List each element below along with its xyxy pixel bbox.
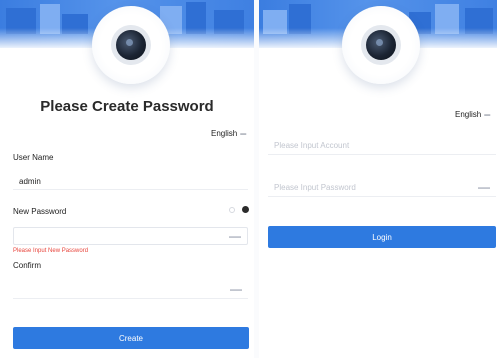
new-password-field[interactable]: ▬▬ [13,227,248,245]
language-label: English [211,129,238,138]
confirm-password-field[interactable]: ▬▬ [13,281,248,299]
camera-logo-icon [342,6,420,84]
chevron-down-icon: ▬ [484,111,491,118]
eye-icon[interactable]: ▬▬ [229,234,241,240]
create-button[interactable]: Create [13,327,249,349]
username-value: admin [19,177,41,186]
username-field[interactable]: admin [13,172,248,190]
page-title: Please Create Password [40,98,214,115]
new-password-input[interactable] [14,228,247,244]
eye-icon[interactable]: ▬▬ [478,185,490,191]
language-selector[interactable]: English ▬ [455,110,490,119]
chevron-down-icon: ▬ [240,130,247,137]
language-selector[interactable]: English ▬ [211,129,246,138]
eye-icon[interactable]: ▬▬ [230,287,242,293]
login-panel: English ▬ ▬▬ Login [259,0,497,358]
password-strength-toggle[interactable] [229,206,249,213]
account-input[interactable] [268,137,496,154]
account-field[interactable] [268,137,496,155]
confirm-password-input[interactable] [13,281,248,298]
new-password-label: New Password [13,207,67,216]
camera-logo-icon [92,6,170,84]
language-label: English [455,110,482,119]
confirm-label: Confirm [13,261,42,270]
create-password-panel: Please Create Password English ▬ User Na… [0,0,254,358]
password-input[interactable] [268,179,496,196]
new-password-error: Please Input New Password [13,248,89,254]
password-field[interactable]: ▬▬ [268,179,496,197]
toggle-on-icon [242,206,249,213]
login-button[interactable]: Login [268,226,496,248]
username-label: User Name [13,153,54,162]
toggle-off-icon [229,206,235,213]
